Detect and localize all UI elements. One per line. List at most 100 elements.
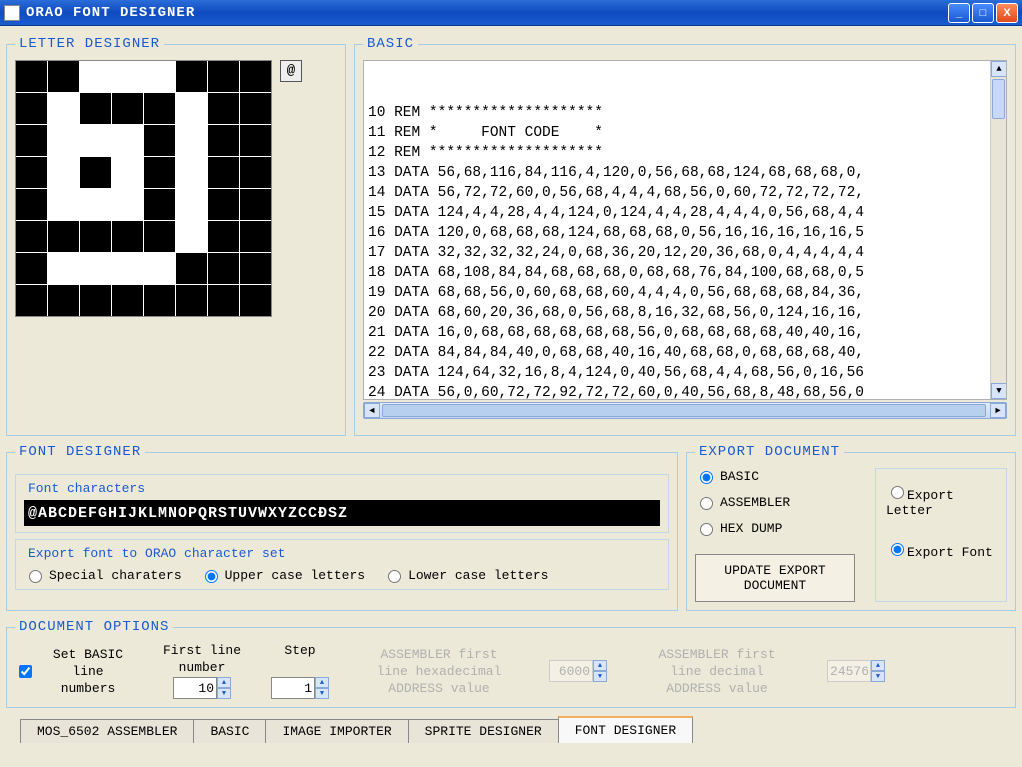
set-basic-checkbox[interactable] (19, 665, 32, 678)
first-line-spinner[interactable]: ▲▼ (217, 677, 231, 699)
pixel-cell[interactable] (48, 285, 79, 316)
pixel-cell[interactable] (240, 61, 271, 92)
close-button[interactable]: X (996, 3, 1018, 23)
pixel-cell[interactable] (16, 221, 47, 252)
tab-sprite-designer[interactable]: SPRITE DESIGNER (408, 719, 559, 743)
pixel-cell[interactable] (80, 125, 111, 156)
pixel-cell[interactable] (208, 93, 239, 124)
pixel-cell[interactable] (176, 125, 207, 156)
radio-lower-case[interactable]: Lower case letters (383, 567, 548, 583)
pixel-cell[interactable] (240, 125, 271, 156)
pixel-cell[interactable] (208, 285, 239, 316)
pixel-cell[interactable] (176, 285, 207, 316)
pixel-cell[interactable] (80, 61, 111, 92)
scroll-right-icon[interactable]: ► (990, 403, 1006, 418)
first-line-input[interactable] (173, 677, 217, 699)
pixel-cell[interactable] (144, 285, 175, 316)
pixel-cell[interactable] (144, 125, 175, 156)
basic-code-area[interactable]: 10 REM ******************** 11 REM * FON… (363, 60, 1007, 400)
pixel-cell[interactable] (240, 157, 271, 188)
pixel-cell[interactable] (48, 93, 79, 124)
pixel-cell[interactable] (144, 189, 175, 220)
pixel-cell[interactable] (176, 253, 207, 284)
tab-image-importer[interactable]: IMAGE IMPORTER (265, 719, 408, 743)
scroll-up-icon[interactable]: ▲ (991, 61, 1007, 77)
step-spinner[interactable]: ▲▼ (315, 677, 329, 699)
pixel-cell[interactable] (112, 157, 143, 188)
document-options-group: DOCUMENT OPTIONS Set BASIClinenumbers Fi… (6, 619, 1016, 708)
pixel-cell[interactable] (240, 253, 271, 284)
pixel-cell[interactable] (112, 253, 143, 284)
pixel-cell[interactable] (176, 221, 207, 252)
pixel-cell[interactable] (16, 93, 47, 124)
pixel-cell[interactable] (208, 189, 239, 220)
pixel-cell[interactable] (80, 93, 111, 124)
pixel-cell[interactable] (144, 93, 175, 124)
pixel-cell[interactable] (176, 61, 207, 92)
pixel-cell[interactable] (16, 125, 47, 156)
pixel-cell[interactable] (144, 221, 175, 252)
hscroll-thumb[interactable] (382, 404, 986, 417)
pixel-cell[interactable] (48, 253, 79, 284)
pixel-cell[interactable] (208, 125, 239, 156)
pixel-cell[interactable] (80, 189, 111, 220)
pixel-cell[interactable] (48, 125, 79, 156)
pixel-cell[interactable] (112, 93, 143, 124)
radio-export-assembler[interactable]: ASSEMBLER (695, 494, 855, 510)
pixel-cell[interactable] (176, 157, 207, 188)
font-chars-strip[interactable]: @ABCDEFGHIJKLMNOPQRSTUVWXYZCCĐSZ (24, 500, 660, 526)
pixel-cell[interactable] (240, 189, 271, 220)
pixel-cell[interactable] (48, 221, 79, 252)
pixel-cell[interactable] (112, 189, 143, 220)
pixel-cell[interactable] (208, 61, 239, 92)
pixel-cell[interactable] (176, 189, 207, 220)
pixel-cell[interactable] (144, 157, 175, 188)
pixel-cell[interactable] (144, 253, 175, 284)
horizontal-scrollbar[interactable]: ◄ ► (363, 402, 1007, 419)
pixel-cell[interactable] (16, 253, 47, 284)
pixel-cell[interactable] (240, 221, 271, 252)
pixel-cell[interactable] (176, 93, 207, 124)
pixel-grid[interactable] (15, 60, 272, 317)
pixel-cell[interactable] (48, 157, 79, 188)
radio-export-font[interactable]: Export Font (886, 540, 996, 560)
pixel-cell[interactable] (16, 157, 47, 188)
pixel-cell[interactable] (208, 221, 239, 252)
pixel-cell[interactable] (240, 93, 271, 124)
pixel-cell[interactable] (112, 125, 143, 156)
radio-export-basic[interactable]: BASIC (695, 468, 855, 484)
vertical-scrollbar[interactable]: ▲ ▼ (990, 61, 1006, 399)
maximize-button[interactable]: □ (972, 3, 994, 23)
pixel-cell[interactable] (208, 253, 239, 284)
vscroll-thumb[interactable] (992, 79, 1005, 119)
pixel-cell[interactable] (16, 61, 47, 92)
pixel-cell[interactable] (80, 253, 111, 284)
pixel-cell[interactable] (208, 157, 239, 188)
minimize-button[interactable]: _ (948, 3, 970, 23)
radio-upper-case[interactable]: Upper case letters (200, 567, 365, 583)
letter-designer-legend: LETTER DESIGNER (15, 36, 164, 52)
pixel-cell[interactable] (48, 61, 79, 92)
radio-special-chars[interactable]: Special charaters (24, 567, 182, 583)
step-input[interactable] (271, 677, 315, 699)
pixel-cell[interactable] (144, 61, 175, 92)
tab-mos-6502-assembler[interactable]: MOS_6502 ASSEMBLER (20, 719, 194, 743)
pixel-cell[interactable] (112, 221, 143, 252)
radio-export-letter[interactable]: Export Letter (886, 483, 996, 518)
pixel-cell[interactable] (16, 285, 47, 316)
update-export-button[interactable]: UPDATE EXPORT DOCUMENT (695, 554, 855, 602)
scroll-down-icon[interactable]: ▼ (991, 383, 1007, 399)
tab-font-designer[interactable]: FONT DESIGNER (558, 716, 693, 743)
tab-basic[interactable]: BASIC (193, 719, 266, 743)
pixel-cell[interactable] (112, 61, 143, 92)
pixel-cell[interactable] (80, 285, 111, 316)
pixel-cell[interactable] (80, 157, 111, 188)
pixel-cell[interactable] (48, 189, 79, 220)
pixel-cell[interactable] (112, 285, 143, 316)
pixel-cell[interactable] (80, 221, 111, 252)
pixel-cell[interactable] (240, 285, 271, 316)
step-label: Step (284, 643, 315, 658)
radio-export-hexdump[interactable]: HEX DUMP (695, 520, 855, 536)
scroll-left-icon[interactable]: ◄ (364, 403, 380, 418)
pixel-cell[interactable] (16, 189, 47, 220)
